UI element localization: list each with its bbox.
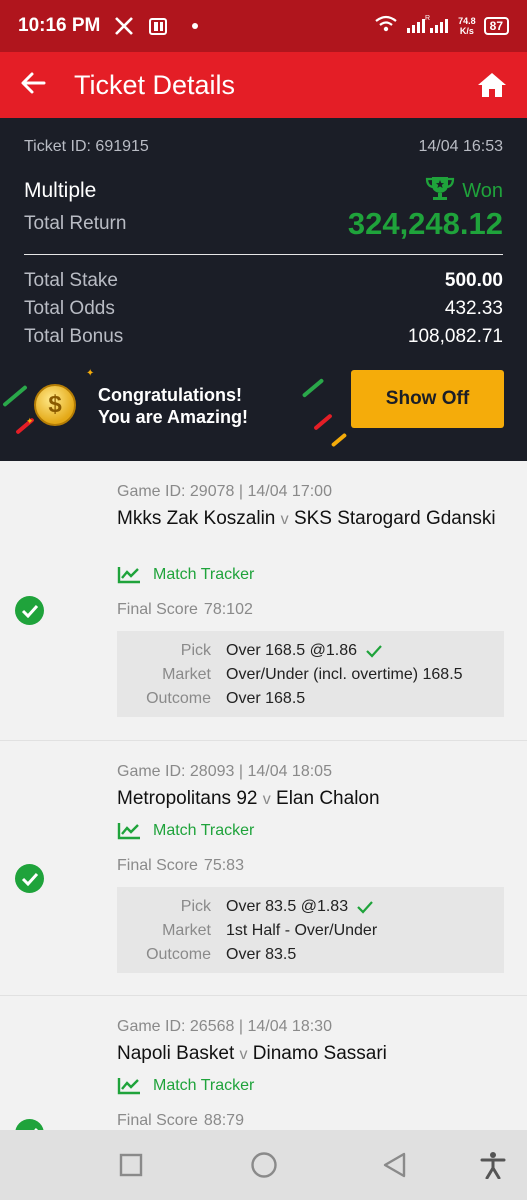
games-list: Game ID: 29078 | 14/04 17:00 Mkks Zak Ko… — [0, 461, 527, 1196]
pick-value: Over 83.5 @1.83 — [226, 898, 349, 915]
decor-streak — [313, 413, 333, 431]
back-arrow-icon[interactable] — [20, 70, 46, 101]
svg-text:R: R — [425, 15, 430, 22]
final-score: Final Score 88:79 — [117, 1112, 244, 1129]
bet-detail-box: Pick Over 83.5 @1.83 Market 1st Half - O… — [117, 887, 504, 973]
match-tracker-link[interactable]: Match Tracker — [117, 822, 254, 840]
signal-icon: R — [406, 14, 450, 39]
total-stake-label: Total Stake — [24, 270, 118, 291]
notification-dot — [192, 23, 199, 29]
wifi-icon — [374, 15, 398, 38]
outcome-row: Outcome Over 168.5 — [117, 687, 504, 711]
check-circle-icon — [15, 596, 44, 625]
away-team: SKS Starogard Gdanski — [293, 508, 496, 529]
final-score-value: 75:83 — [203, 857, 244, 874]
square-nav-icon[interactable] — [119, 1153, 143, 1177]
game-card: Game ID: 29078 | 14/04 17:00 Mkks Zak Ko… — [0, 461, 527, 741]
congrats-text: Congratulations! You are Amazing! — [98, 385, 249, 427]
final-score-value: 88:79 — [203, 1112, 244, 1129]
decor-streak — [301, 378, 325, 398]
outcome-row: Outcome Over 83.5 — [117, 943, 504, 967]
outcome-value: Over 168.5 — [226, 690, 306, 707]
total-bonus-label: Total Bonus — [24, 326, 124, 347]
status-time: 10:16 PM — [18, 15, 101, 36]
total-return-label: Total Return — [24, 213, 127, 234]
total-stake-value: 500.00 — [444, 270, 503, 291]
checkmark-icon — [366, 645, 382, 658]
home-team: Metropolitans 92 — [117, 788, 258, 809]
decor-streak — [2, 384, 28, 408]
status-won-label: Won — [462, 179, 503, 202]
final-score: Final Score 75:83 — [117, 857, 244, 874]
home-team: Mkks Zak Koszalin — [117, 508, 276, 529]
market-value: Over/Under (incl. overtime) 168.5 — [226, 666, 463, 683]
home-icon[interactable] — [477, 71, 507, 99]
vs-label: v — [262, 791, 271, 808]
pick-value: Over 168.5 @1.86 — [226, 642, 357, 659]
match-tracker-link[interactable]: Match Tracker — [117, 566, 254, 584]
total-odds-value: 432.33 — [444, 298, 503, 319]
congrats-banner: ✦ ✦ $ Congratulations! You are Amazing! … — [0, 354, 527, 461]
vs-label: v — [280, 511, 289, 528]
away-team: Dinamo Sassari — [252, 1043, 387, 1064]
decor-streak — [330, 432, 348, 448]
pick-row: Pick Over 168.5 @1.86 — [117, 639, 504, 663]
summary-divider — [24, 254, 503, 255]
ticket-summary: Ticket ID: 691915 14/04 16:53 Multiple W… — [0, 118, 527, 461]
market-value: 1st Half - Over/Under — [226, 922, 378, 939]
game-teams: Napoli Basket v Dinamo Sassari — [117, 1042, 507, 1067]
status-bar: 10:16 PM R 74.8 K/s 87 — [0, 0, 527, 52]
total-bonus-value: 108,082.71 — [407, 326, 503, 347]
battery-indicator: 87 — [483, 17, 509, 35]
ticket-datetime: 14/04 16:53 — [418, 138, 503, 155]
circle-nav-icon[interactable] — [250, 1151, 278, 1179]
app-notification-icon — [148, 16, 168, 36]
game-teams: Mkks Zak Koszalin v SKS Starogard Gdansk… — [117, 507, 507, 532]
total-return-value: 324,248.12 — [347, 206, 503, 241]
final-score-value: 78:102 — [203, 601, 253, 618]
check-circle-icon — [15, 864, 44, 893]
chart-line-icon — [117, 567, 140, 584]
sparkle-icon: ✦ — [86, 368, 95, 379]
game-teams: Metropolitans 92 v Elan Chalon — [117, 787, 507, 812]
app-header: Ticket Details — [0, 52, 527, 118]
bet-detail-box: Pick Over 168.5 @1.86 Market Over/Under … — [117, 631, 504, 717]
vs-label: v — [239, 1046, 248, 1063]
total-odds-label: Total Odds — [24, 298, 115, 319]
bet-type: Multiple — [24, 179, 97, 202]
final-score: Final Score 78:102 — [117, 601, 253, 618]
ticket-id: Ticket ID: 691915 — [24, 138, 149, 155]
outcome-value: Over 83.5 — [226, 946, 297, 963]
game-card: Game ID: 28093 | 14/04 18:05 Metropolita… — [0, 741, 527, 996]
show-off-button[interactable]: Show Off — [351, 370, 504, 428]
market-row: Market 1st Half - Over/Under — [117, 919, 504, 943]
coin-icon: $ — [34, 384, 76, 426]
away-team: Elan Chalon — [276, 788, 380, 809]
network-speed: 74.8 K/s — [458, 16, 476, 36]
accessibility-icon[interactable] — [480, 1151, 506, 1179]
chart-line-icon — [117, 823, 140, 840]
home-team: Napoli Basket — [117, 1043, 235, 1064]
system-nav-bar — [0, 1130, 527, 1200]
sparkle-icon: ✦ — [26, 416, 34, 426]
game-id: Game ID: 28093 | 14/04 18:05 — [117, 763, 332, 780]
pick-row: Pick Over 83.5 @1.83 — [117, 895, 504, 919]
game-id: Game ID: 29078 | 14/04 17:00 — [117, 483, 332, 500]
triangle-back-nav-icon[interactable] — [382, 1152, 408, 1178]
trophy-icon — [424, 175, 456, 207]
status-badge: Won — [424, 175, 503, 207]
chart-line-icon — [117, 1078, 140, 1095]
match-tracker-link[interactable]: Match Tracker — [117, 1077, 254, 1095]
market-row: Market Over/Under (incl. overtime) 168.5 — [117, 663, 504, 687]
x-app-icon — [114, 16, 134, 36]
checkmark-icon — [357, 901, 373, 914]
game-id: Game ID: 26568 | 14/04 18:30 — [117, 1018, 332, 1035]
page-title: Ticket Details — [74, 69, 236, 100]
